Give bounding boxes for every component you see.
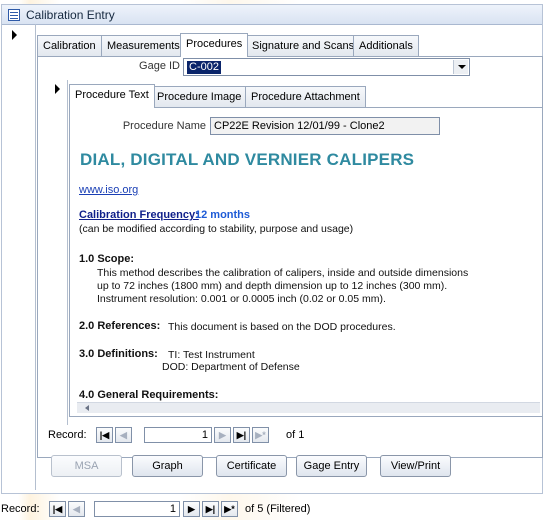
previous-record-icon[interactable]: ◀: [68, 501, 85, 517]
new-record-icon[interactable]: ▶*: [221, 501, 238, 517]
previous-record-icon[interactable]: ◀: [115, 427, 132, 443]
inner-record-count: of 1: [286, 429, 305, 441]
gage-id-label: Gage ID: [139, 60, 180, 72]
certificate-button[interactable]: Certificate: [216, 455, 287, 477]
document-title: DIAL, DIGITAL AND VERNIER CALIPERS: [80, 150, 415, 169]
window-title: Calibration Entry: [26, 8, 115, 22]
tab-procedure-image[interactable]: Procedure Image: [151, 86, 248, 108]
chevron-down-icon[interactable]: [453, 60, 468, 74]
tab-procedures[interactable]: Procedures: [180, 33, 249, 57]
tab-procedure-text[interactable]: Procedure Text: [69, 84, 155, 108]
msa-button[interactable]: MSA: [51, 455, 122, 477]
tab-additionals[interactable]: Additionals: [353, 35, 419, 57]
scope-heading: 1.0 Scope:: [79, 253, 135, 265]
tab-calibration[interactable]: Calibration: [37, 35, 102, 57]
gage-id-value: C-002: [187, 61, 221, 74]
outer-record-navigator: Record: |◀ ◀ 1 ▶ ▶| ▶* of 5 (Filtered): [1, 501, 341, 518]
gage-entry-button[interactable]: Gage Entry: [296, 455, 367, 477]
last-record-icon[interactable]: ▶|: [233, 427, 250, 443]
inner-record-navigator: Record: |◀ ◀ 1 ▶ ▶| ▶* of 1: [48, 427, 348, 444]
form-icon: [8, 9, 20, 21]
title-bar: Calibration Entry: [2, 5, 542, 25]
scope-line: This method describes the calibration of…: [97, 267, 469, 279]
scope-line: up to 72 inches (1800 mm) and depth dime…: [97, 280, 448, 292]
gage-id-combo[interactable]: C-002: [183, 58, 470, 76]
document-link[interactable]: www.iso.org: [79, 184, 138, 196]
calibration-frequency-label: Calibration Frequency:: [79, 209, 199, 221]
next-record-icon[interactable]: ▶: [214, 427, 231, 443]
definition-line: TI: Test Instrument: [168, 349, 255, 361]
last-record-icon[interactable]: ▶|: [202, 501, 219, 517]
procedure-name-field[interactable]: CP22E Revision 12/01/99 - Clone2: [210, 117, 440, 135]
subform-left-border: [67, 80, 68, 425]
definition-line: DOD: Department of Defense: [162, 361, 300, 373]
subform-selector-arrow-icon[interactable]: [55, 84, 60, 94]
graph-button[interactable]: Graph: [132, 455, 203, 477]
tab-procedure-attachment[interactable]: Procedure Attachment: [245, 86, 366, 108]
tab-signature-and-scans[interactable]: Signature and Scans: [246, 35, 361, 57]
calibration-frequency-value: 12 months: [195, 209, 251, 221]
references-text: This document is based on the DOD proced…: [168, 321, 396, 333]
view-print-button[interactable]: View/Print: [380, 455, 451, 477]
first-record-icon[interactable]: |◀: [49, 501, 66, 517]
record-selector-arrow-icon[interactable]: [12, 30, 17, 40]
outer-record-label: Record:: [1, 503, 40, 515]
procedure-name-label: Procedure Name: [122, 120, 206, 132]
inner-record-number[interactable]: 1: [144, 427, 212, 443]
new-record-icon[interactable]: ▶*: [252, 427, 269, 443]
outer-record-number[interactable]: 1: [94, 501, 180, 517]
horizontal-scrollbar[interactable]: [77, 402, 540, 413]
scroll-left-icon[interactable]: [85, 405, 89, 411]
frequency-note: (can be modified according to stability,…: [79, 223, 354, 235]
first-record-icon[interactable]: |◀: [96, 427, 113, 443]
references-heading: 2.0 References:: [79, 320, 161, 332]
outer-record-count: of 5 (Filtered): [245, 503, 311, 515]
inner-record-label: Record:: [48, 429, 87, 441]
tab-measurements[interactable]: Measurements: [101, 35, 186, 57]
general-requirements-heading: 4.0 General Requirements:: [79, 389, 219, 401]
next-record-icon[interactable]: ▶: [183, 501, 200, 517]
scope-line: Instrument resolution: 0.001 or 0.0005 i…: [97, 293, 386, 305]
form-left-border: [35, 24, 36, 490]
definitions-heading: 3.0 Definitions:: [79, 348, 158, 360]
